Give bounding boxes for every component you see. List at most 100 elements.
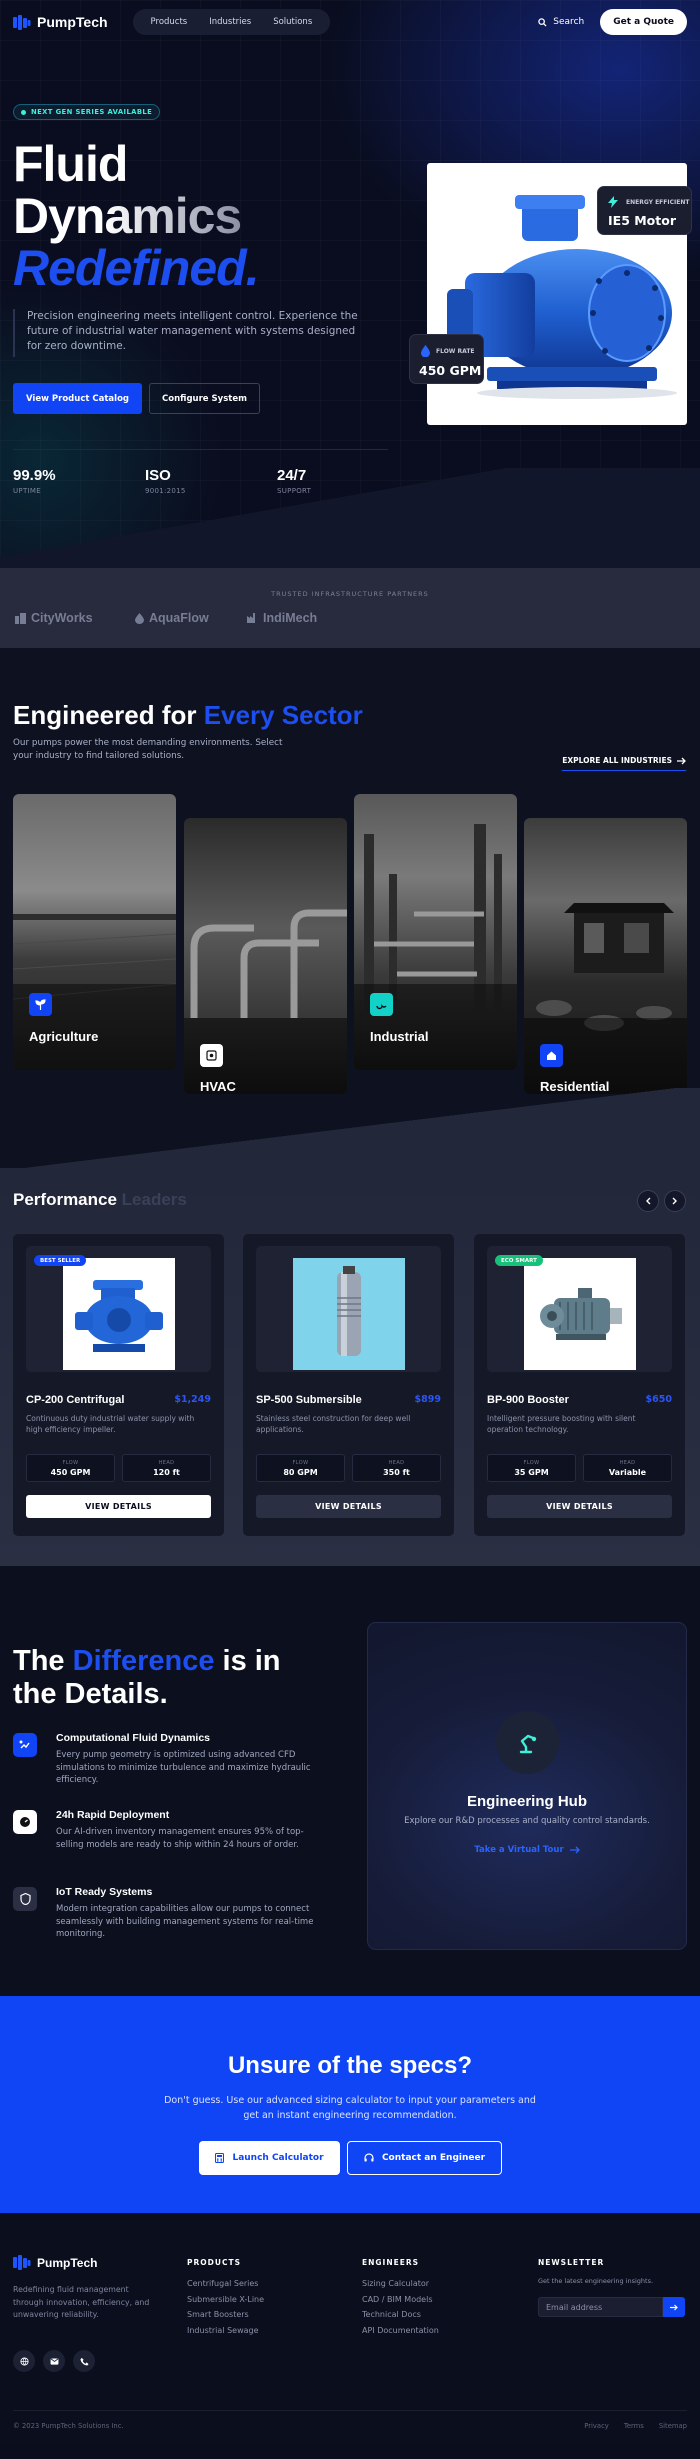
privacy-link[interactable]: Privacy	[584, 2422, 609, 2430]
difference-title: The Difference is in the Details.	[13, 1645, 281, 1710]
booster-pump-image	[524, 1258, 636, 1370]
footer: PumpTech Redefining fluid management thr…	[0, 2213, 700, 2446]
top-nav: PumpTech Products Industries Solutions S…	[0, 0, 700, 44]
search-button[interactable]: Search	[538, 17, 584, 27]
sectors-description: Our pumps power the most demanding envir…	[13, 738, 283, 761]
centrifugal-pump-image	[63, 1258, 175, 1370]
arrow-right-icon	[569, 1846, 580, 1854]
view-catalog-button[interactable]: View Product Catalog	[13, 383, 142, 414]
sector-card-industrial[interactable]: Industrial	[354, 794, 517, 1070]
mail-icon	[50, 2357, 58, 2365]
flow-rate-chip: FLOW RATE 450 GPM	[409, 334, 484, 384]
factory-icon	[247, 613, 255, 623]
footer-link[interactable]: Industrial Sewage	[187, 2326, 264, 2335]
product-image-container	[256, 1246, 441, 1372]
arrow-right-icon	[670, 2304, 678, 2310]
email-input[interactable]: Email address	[538, 2297, 663, 2317]
engineers-heading: ENGINEERS	[362, 2258, 420, 2267]
menu-item-solutions[interactable]: Solutions	[263, 17, 322, 27]
sector-card-residential[interactable]: Residential	[524, 818, 687, 1094]
hub-title: Engineering Hub	[467, 1793, 587, 1810]
footer-link[interactable]: CAD / BIM Models	[362, 2295, 439, 2304]
sector-card-agriculture[interactable]: Agriculture	[13, 794, 176, 1070]
robot-arm-icon	[496, 1711, 559, 1774]
footer-link[interactable]: Sizing Calculator	[362, 2279, 439, 2288]
footer-brand-name: PumpTech	[37, 2255, 98, 2270]
hero-title-line3: Redefined.	[13, 240, 260, 296]
copyright: © 2023 PumpTech Solutions Inc.	[13, 2422, 124, 2430]
energy-efficient-chip: ENERGY EFFICIENT IE5 Motor	[597, 186, 692, 235]
newsletter-heading: NEWSLETTER	[538, 2258, 605, 2267]
globe-icon	[19, 2356, 29, 2366]
product-card-bp900[interactable]: ECO SMART BP-900 Booster $650 Intelligen…	[474, 1234, 685, 1536]
menu-item-industries[interactable]: Industries	[199, 17, 261, 27]
arrow-right-icon	[677, 757, 686, 764]
virtual-tour-link[interactable]: Take a Virtual Tour	[368, 1845, 686, 1855]
product-description: Intelligent pressure boosting with silen…	[487, 1414, 636, 1434]
product-price: $650	[645, 1394, 672, 1405]
social-globe-button[interactable]	[13, 2350, 35, 2372]
product-name: SP-500 Submersible	[256, 1394, 362, 1406]
phone-icon	[79, 2357, 89, 2366]
best-seller-badge: BEST SELLER	[34, 1255, 87, 1266]
factory-icon	[370, 993, 393, 1016]
sectors-bottom-slant	[0, 1088, 700, 1168]
spec-head: HEAD 350 ft	[352, 1454, 441, 1482]
speedometer-icon	[13, 1810, 37, 1834]
carousel-prev-button[interactable]	[637, 1190, 659, 1212]
pulse-dot-icon	[21, 109, 26, 115]
product-card-cp200[interactable]: BEST SELLER CP-200 Centrifugal $1,249 Co…	[13, 1234, 224, 1536]
product-price: $1,249	[174, 1394, 211, 1405]
chevron-left-icon	[646, 1197, 651, 1205]
sitemap-link[interactable]: Sitemap	[659, 2422, 687, 2430]
brand-logo[interactable]: PumpTech	[13, 14, 108, 30]
main-menu: Products Industries Solutions	[132, 9, 331, 35]
performance-title: Performance Leaders	[13, 1190, 187, 1209]
sectors-section: Engineered for Every Sector Our pumps po…	[0, 648, 700, 1168]
footer-link[interactable]: Centrifugal Series	[187, 2279, 264, 2288]
terms-link[interactable]: Terms	[624, 2422, 644, 2430]
menu-item-products[interactable]: Products	[141, 17, 198, 27]
product-name: BP-900 Booster	[487, 1394, 569, 1406]
new-series-badge: NEXT GEN SERIES AVAILABLE	[13, 104, 161, 120]
fan-icon	[200, 1044, 223, 1067]
view-details-button[interactable]: VIEW DETAILS	[487, 1495, 672, 1518]
footer-link[interactable]: Smart Boosters	[187, 2310, 264, 2319]
hero-section: NEXT GEN SERIES AVAILABLE Fluid Dynamics…	[0, 0, 700, 568]
hero-title: Fluid Dynamics Redefined.	[13, 138, 260, 296]
product-card-sp500[interactable]: SP-500 Submersible $899 Stainless steel …	[243, 1234, 454, 1536]
configure-system-button[interactable]: Configure System	[149, 383, 260, 414]
contact-engineer-button[interactable]: Contact an Engineer	[347, 2141, 502, 2175]
social-email-button[interactable]	[43, 2350, 65, 2372]
get-quote-button[interactable]: Get a Quote	[600, 9, 687, 35]
footer-logo[interactable]: PumpTech	[13, 2255, 97, 2270]
calculator-icon	[215, 2153, 225, 2163]
footer-link[interactable]: Submersible X-Line	[187, 2295, 264, 2304]
search-icon	[538, 17, 547, 27]
stat-support: 24/7 SUPPORT	[277, 467, 312, 495]
product-image-container: BEST SELLER	[26, 1246, 211, 1372]
brand-logo-icon	[13, 14, 31, 30]
spec-flow: FLOW 35 GPM	[487, 1454, 576, 1482]
droplet-icon	[135, 612, 144, 624]
hero-bottom-slant	[0, 468, 700, 568]
brand-name: PumpTech	[37, 14, 108, 30]
subscribe-button[interactable]	[663, 2297, 685, 2317]
footer-newsletter-column: NEWSLETTER Get the latest engineering in…	[538, 2258, 688, 2328]
carousel-next-button[interactable]	[664, 1190, 686, 1212]
view-details-button[interactable]: VIEW DETAILS	[26, 1495, 211, 1518]
footer-link[interactable]: Technical Docs	[362, 2310, 439, 2319]
sprout-icon	[29, 993, 52, 1016]
launch-calculator-button[interactable]: Launch Calculator	[199, 2141, 340, 2175]
footer-link[interactable]: API Documentation	[362, 2326, 439, 2335]
footer-products-column: PRODUCTS Centrifugal Series Submersible …	[187, 2258, 264, 2341]
spec-flow: FLOW 80 GPM	[256, 1454, 345, 1482]
cta-title: Unsure of the specs?	[227, 2052, 473, 2079]
product-name: CP-200 Centrifugal	[26, 1394, 125, 1406]
view-details-button[interactable]: VIEW DETAILS	[256, 1495, 441, 1518]
partners-strip: TRUSTED INFRASTRUCTURE PARTNERS CityWork…	[0, 568, 700, 648]
stat-iso: ISO 9001:2015	[145, 467, 186, 495]
explore-industries-link[interactable]: EXPLORE ALL INDUSTRIES	[562, 756, 686, 771]
sector-card-hvac[interactable]: HVAC	[184, 818, 347, 1094]
social-phone-button[interactable]	[73, 2350, 95, 2372]
